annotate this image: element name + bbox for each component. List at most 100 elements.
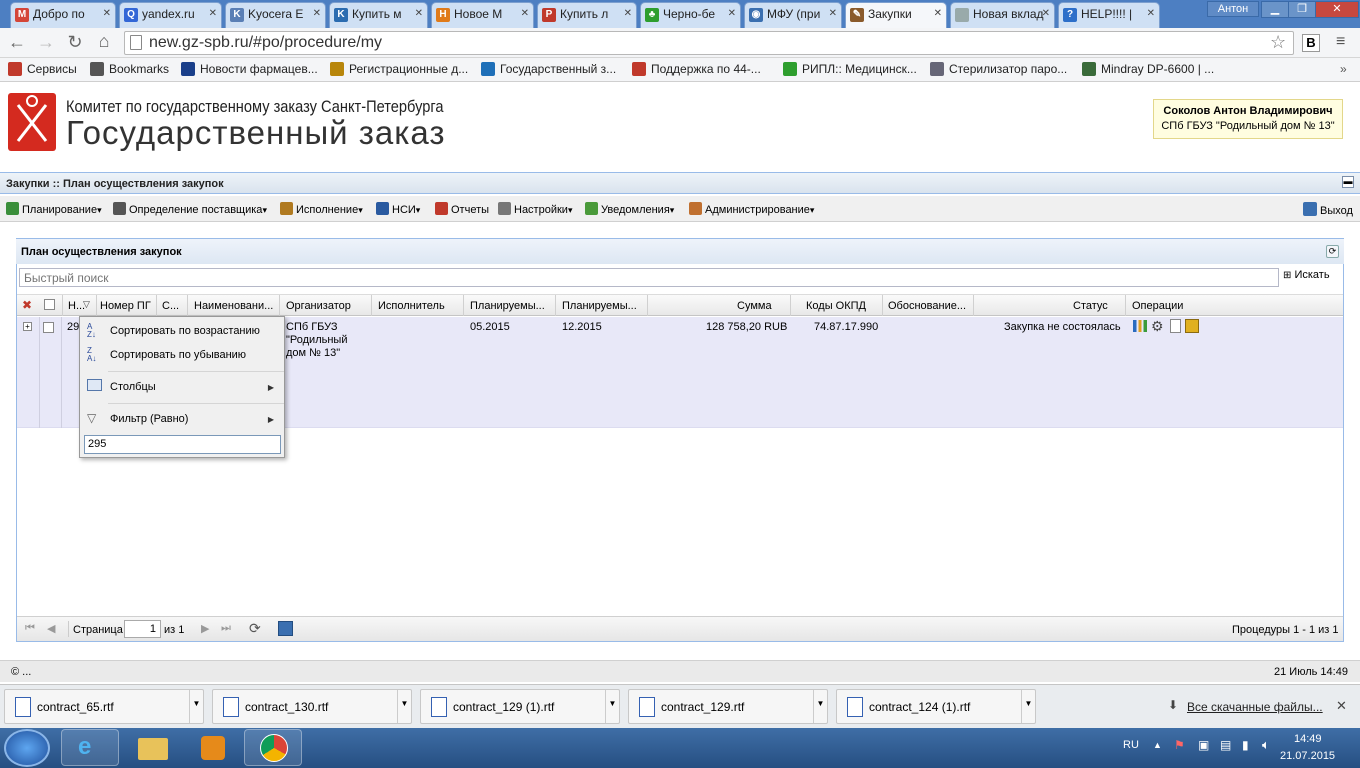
download-options-icon[interactable]: ▼: [189, 690, 203, 723]
browser-tab[interactable]: ♣ Черно-бе ✕: [640, 2, 741, 28]
browser-tab[interactable]: Н Новое М ✕: [431, 2, 534, 28]
col-plan-end[interactable]: Планируемы...: [562, 300, 637, 312]
browser-tab[interactable]: ✎ Закупки ✕: [845, 2, 947, 28]
volume-icon[interactable]: 🔈︎: [1262, 737, 1270, 753]
download-item[interactable]: contract_129 (1).rtf ▼: [420, 689, 620, 724]
bookmark-item[interactable]: Регистрационные д...: [330, 62, 468, 76]
forward-icon[interactable]: →: [35, 33, 57, 51]
bookmarks-overflow-icon[interactable]: »: [1340, 62, 1347, 76]
close-tab-icon[interactable]: ✕: [209, 8, 217, 19]
network-icon[interactable]: ▤: [1220, 738, 1231, 752]
browser-tab[interactable]: M Добро по ✕: [10, 2, 116, 28]
power-icon[interactable]: ▮: [1242, 738, 1249, 752]
browser-tab[interactable]: ◉ МФУ (при ✕: [744, 2, 842, 28]
browser-tab[interactable]: Новая вклад ✕: [950, 2, 1055, 28]
ie-taskbar-button[interactable]: e: [61, 729, 119, 766]
col-justification[interactable]: Обоснование...: [888, 300, 966, 312]
col-operations[interactable]: Операции: [1132, 300, 1183, 312]
download-options-icon[interactable]: ▼: [605, 690, 619, 723]
close-downloads-icon[interactable]: ✕: [1336, 698, 1347, 714]
tray-arrow-icon[interactable]: ▲: [1153, 740, 1162, 750]
media-taskbar-button[interactable]: [183, 729, 241, 766]
scroll-icon[interactable]: [1185, 319, 1199, 333]
menu-item[interactable]: Определение поставщика▾: [113, 202, 267, 216]
close-window-button[interactable]: ✕: [1315, 1, 1359, 18]
col-plan-number[interactable]: Номер ПГ: [100, 300, 151, 312]
profile-button[interactable]: Антон: [1207, 1, 1259, 17]
col-status[interactable]: Статус: [1073, 300, 1108, 312]
expand-row-icon[interactable]: +: [23, 322, 32, 331]
bookmark-item[interactable]: Bookmarks: [90, 62, 169, 76]
refresh-panel-icon[interactable]: ⟳: [1326, 245, 1339, 258]
flag-icon[interactable]: ⚑: [1174, 738, 1185, 752]
download-item[interactable]: contract_129.rtf ▼: [628, 689, 828, 724]
language-indicator[interactable]: RU: [1123, 739, 1139, 751]
menu-item[interactable]: Администрирование▾: [689, 202, 814, 216]
refresh-icon[interactable]: ⟳: [249, 620, 261, 637]
row-checkbox[interactable]: [43, 322, 54, 333]
search-button[interactable]: ⊞ Искать: [1283, 269, 1330, 281]
col-s[interactable]: С...: [162, 300, 179, 312]
bookmark-item[interactable]: Новости фармацев...: [181, 62, 318, 76]
menu-item[interactable]: Настройки▾: [498, 202, 572, 216]
prev-page-icon[interactable]: ◀: [47, 622, 55, 635]
close-tab-icon[interactable]: ✕: [313, 8, 321, 19]
bookmark-item[interactable]: Стерилизатор паро...: [930, 62, 1067, 76]
exit-button[interactable]: Выход: [1303, 202, 1353, 217]
clock-date[interactable]: 21.07.2015: [1280, 750, 1335, 762]
menu-icon[interactable]: ≡: [1336, 33, 1345, 51]
download-options-icon[interactable]: ▼: [397, 690, 411, 723]
chart-icon[interactable]: [1133, 320, 1147, 332]
bookmark-item[interactable]: Поддержка по 44-...: [632, 62, 761, 76]
browser-tab[interactable]: Qyandex.ru ✕: [119, 2, 222, 28]
start-button[interactable]: [4, 729, 50, 767]
close-tab-icon[interactable]: ✕: [103, 8, 111, 19]
download-item[interactable]: contract_124 (1).rtf ▼: [836, 689, 1036, 724]
download-item[interactable]: contract_65.rtf ▼: [4, 689, 204, 724]
menu-item[interactable]: Уведомления▾: [585, 202, 674, 216]
browser-tab[interactable]: P Купить л ✕: [537, 2, 637, 28]
home-icon[interactable]: ⌂: [93, 32, 115, 50]
chrome-taskbar-button[interactable]: [244, 729, 302, 766]
collapse-icon[interactable]: ▬: [1342, 176, 1354, 188]
clock-time[interactable]: 14:49: [1294, 733, 1322, 745]
document-icon[interactable]: [1170, 319, 1181, 333]
bookmark-item[interactable]: РИПЛ:: Медицинск...: [783, 62, 917, 76]
bookmark-item[interactable]: Сервисы: [8, 62, 77, 76]
back-icon[interactable]: ←: [6, 33, 28, 51]
next-page-icon[interactable]: ▶: [201, 622, 209, 635]
menu-sort-desc[interactable]: Сортировать по убыванию: [110, 349, 246, 361]
menu-item[interactable]: Планирование▾: [6, 202, 102, 216]
page-input[interactable]: 1: [124, 620, 161, 638]
close-tab-icon[interactable]: ✕: [728, 8, 736, 19]
col-sum[interactable]: Сумма: [737, 300, 772, 312]
browser-tab[interactable]: ? HELP!!!! | ✕: [1058, 2, 1160, 28]
extension-b-icon[interactable]: B: [1302, 34, 1320, 52]
close-tab-icon[interactable]: ✕: [934, 8, 942, 19]
minimize-button[interactable]: ▁: [1261, 1, 1289, 18]
menu-item[interactable]: Отчеты: [435, 202, 489, 216]
filter-icon[interactable]: ▽: [83, 299, 90, 310]
bookmark-item[interactable]: Mindray DP-6600 | ...: [1082, 62, 1214, 76]
menu-item[interactable]: НСИ▾: [376, 202, 420, 216]
menu-item[interactable]: Исполнение▾: [280, 202, 363, 216]
col-name[interactable]: Наименовани...: [194, 300, 273, 312]
download-options-icon[interactable]: ▼: [1021, 690, 1035, 723]
gear-icon[interactable]: ⚙: [1151, 318, 1164, 335]
col-executor[interactable]: Исполнитель: [378, 300, 445, 312]
col-plan-start[interactable]: Планируемы...: [470, 300, 545, 312]
download-options-icon[interactable]: ▼: [813, 690, 827, 723]
download-item[interactable]: contract_130.rtf ▼: [212, 689, 412, 724]
bookmark-item[interactable]: Государственный з...: [481, 62, 616, 76]
quick-search-input[interactable]: [19, 268, 1279, 287]
explorer-taskbar-button[interactable]: [122, 729, 180, 766]
reload-icon[interactable]: ↻: [64, 33, 86, 51]
close-tab-icon[interactable]: ✕: [1147, 8, 1155, 19]
menu-sort-asc[interactable]: Сортировать по возрастанию: [110, 325, 260, 337]
menu-filter[interactable]: Фильтр (Равно): [110, 413, 188, 425]
close-tab-icon[interactable]: ✕: [829, 8, 837, 19]
col-organizer[interactable]: Организатор: [286, 300, 351, 312]
menu-columns[interactable]: Столбцы: [110, 381, 156, 393]
browser-tab[interactable]: K Купить м ✕: [329, 2, 428, 28]
close-tab-icon[interactable]: ✕: [624, 8, 632, 19]
